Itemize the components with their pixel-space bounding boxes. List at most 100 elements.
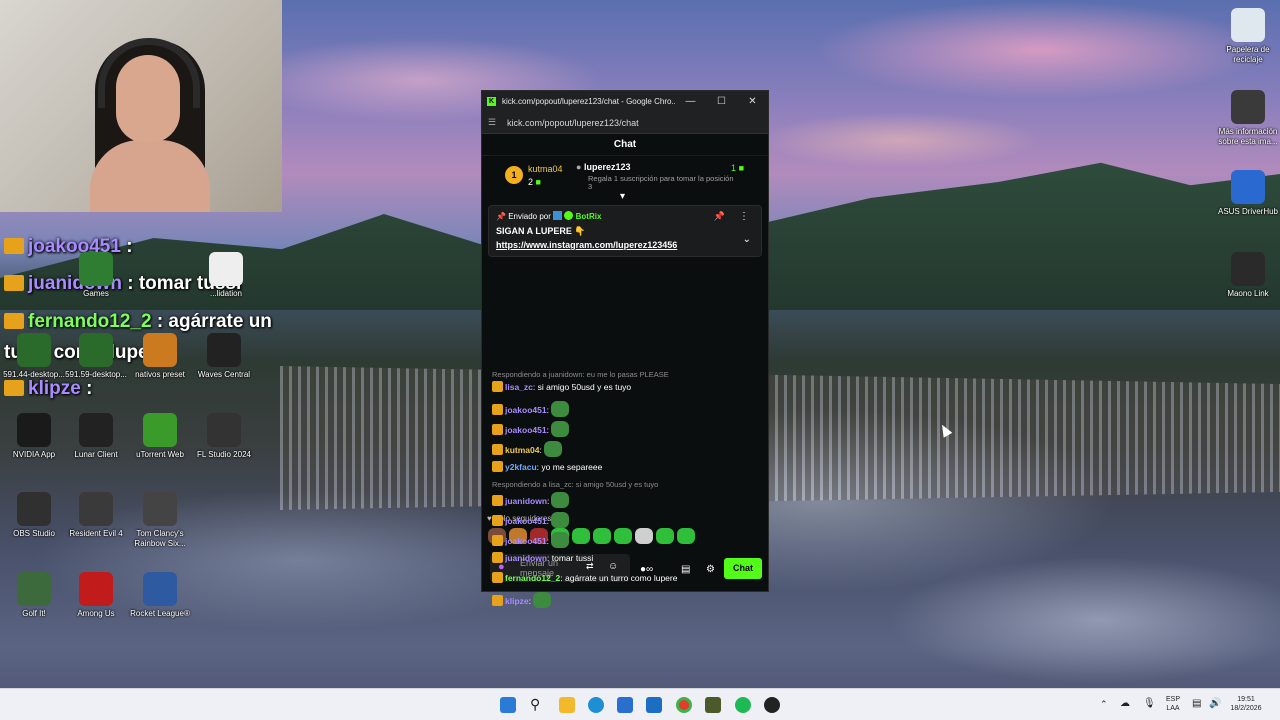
chat-message[interactable]: y2kfacu: yo me separeee xyxy=(492,461,602,472)
chat-popout-window[interactable]: K kick.com/popout/luperez123/chat - Goog… xyxy=(481,90,769,608)
file-explorer-icon[interactable] xyxy=(559,697,575,713)
microphone-tray-icon[interactable]: 🎙 xyxy=(1143,698,1156,709)
reply-context[interactable]: Respondiendo a lisa_zc: si amigo 50usd y… xyxy=(492,479,658,489)
desktop-icon[interactable]: Games xyxy=(62,252,130,299)
emoji-icon[interactable]: ☺ xyxy=(608,561,618,572)
overlay-separator: : xyxy=(80,378,93,399)
chat-username[interactable]: juanidown xyxy=(505,553,547,563)
send-chat-button[interactable]: Chat xyxy=(724,558,762,579)
reply-context[interactable]: Respondiendo a juanidown: eu me lo pasas… xyxy=(492,369,669,379)
chat-username[interactable]: joakoo451 xyxy=(505,425,547,435)
emote-icon[interactable] xyxy=(550,421,569,437)
spotify-icon[interactable] xyxy=(735,697,751,713)
chat-message[interactable]: juanidown: tomar tussi xyxy=(492,552,593,563)
obs-taskbar-icon[interactable] xyxy=(764,697,780,713)
desktop-icon[interactable]: Waves Central xyxy=(190,333,258,380)
emote-icon[interactable] xyxy=(593,528,611,544)
emote-icon[interactable] xyxy=(533,592,551,608)
desktop-icon[interactable]: Golf It! xyxy=(0,572,68,619)
chat-message[interactable]: klipze: xyxy=(492,592,551,608)
desktop-icon[interactable]: ...lidation xyxy=(192,252,260,299)
chat-message[interactable]: juanidown: xyxy=(492,492,570,508)
desktop-icon[interactable]: Lunar Client xyxy=(62,413,130,460)
emote-icon[interactable] xyxy=(550,401,569,417)
gift-sub-icon[interactable]: ▤ xyxy=(681,564,690,575)
chat-username[interactable]: joakoo451 xyxy=(505,516,547,526)
chat-username[interactable]: lisa_zc xyxy=(505,382,533,392)
outlook-icon[interactable] xyxy=(646,697,662,713)
emote-icon[interactable] xyxy=(656,528,674,544)
emote-icon[interactable] xyxy=(635,528,653,544)
desktop-icon[interactable]: Among Us xyxy=(62,572,130,619)
network-icon[interactable]: ☁ xyxy=(1120,698,1130,709)
desktop-icon[interactable]: Resident Evil 4 xyxy=(62,492,130,539)
desktop-icon[interactable]: Rocket League® xyxy=(126,572,194,619)
pinned-link[interactable]: https://www.instagram.com/luperez123456 xyxy=(496,240,754,250)
edge-icon[interactable] xyxy=(588,697,604,713)
chat-message[interactable]: joakoo451: xyxy=(492,532,569,548)
emote-icon[interactable] xyxy=(614,528,632,544)
desktop-icon[interactable]: 591.44-desktop... xyxy=(0,333,68,380)
desktop-icon[interactable]: Maono Link xyxy=(1214,252,1280,299)
subscriber-badge-icon xyxy=(492,515,503,526)
desktop-icon[interactable]: 591.59-desktop... xyxy=(62,333,130,380)
maximize-icon[interactable]: ☐ xyxy=(706,96,737,107)
emote-icon[interactable] xyxy=(677,528,695,544)
settings-icon[interactable]: ⚙ xyxy=(706,564,715,575)
desktop-icon[interactable]: ASUS DriverHub xyxy=(1214,170,1280,217)
start-menu-icon[interactable] xyxy=(500,697,516,713)
desktop-icon[interactable]: uTorrent Web xyxy=(126,413,194,460)
minimize-icon[interactable]: — xyxy=(675,96,706,107)
desktop-icon-label: 591.59-desktop... xyxy=(65,370,127,379)
chat-username[interactable]: fernando12_2 xyxy=(505,573,560,583)
desktop-icon[interactable]: Tom Clancy's Rainbow Six... xyxy=(126,492,194,549)
chat-username[interactable]: klipze xyxy=(505,596,529,606)
store-icon[interactable] xyxy=(617,697,633,713)
desktop-icon[interactable]: nativos preset xyxy=(126,333,194,380)
volume-icon[interactable]: 🔊 xyxy=(1209,698,1221,709)
show-hidden-icons-icon[interactable]: ⌃ xyxy=(1100,699,1108,710)
desktop-icon-label: Tom Clancy's Rainbow Six... xyxy=(134,529,186,548)
emote-icon[interactable] xyxy=(572,528,590,544)
display-icon[interactable]: ▤ xyxy=(1192,698,1201,709)
desktop-icon[interactable]: Papelera de reciclaje xyxy=(1214,8,1280,65)
desktop-icon[interactable]: OBS Studio xyxy=(0,492,68,539)
chat-message[interactable]: joakoo451: xyxy=(492,401,569,417)
chrome-icon[interactable] xyxy=(676,697,692,713)
desktop-icon[interactable]: NVIDIA App xyxy=(0,413,68,460)
chat-username[interactable]: juanidown xyxy=(505,496,547,506)
chat-message-text: : xyxy=(547,496,550,506)
unpin-icon[interactable]: 📌 xyxy=(714,211,725,222)
featured-user[interactable]: ● luperez123 xyxy=(576,162,630,172)
chat-username[interactable]: joakoo451 xyxy=(505,405,547,415)
emote-icon[interactable] xyxy=(551,492,570,508)
chat-username[interactable]: y2kfacu xyxy=(505,462,537,472)
chat-message[interactable]: lisa_zc: si amigo 50usd y es tuyo xyxy=(492,381,631,392)
chat-message[interactable]: joakoo451: xyxy=(492,512,569,528)
address-bar[interactable]: ☰ kick.com/popout/luperez123/chat xyxy=(482,112,768,134)
desktop-icon[interactable]: FL Studio 2024 xyxy=(190,413,258,460)
close-icon[interactable]: ✕ xyxy=(737,96,768,107)
desktop-icon[interactable]: Más información sobre esta ima... xyxy=(1214,90,1280,147)
window-titlebar[interactable]: K kick.com/popout/luperez123/chat - Goog… xyxy=(482,91,768,112)
clock[interactable]: 19:51 18/2/2026 xyxy=(1226,695,1266,713)
minecraft-icon[interactable] xyxy=(705,697,721,713)
rank-1-user[interactable]: kutma04 xyxy=(528,164,563,174)
pinned-message[interactable]: 📌 Enviado por BotRix SIGAN A LUPERE 👇 ht… xyxy=(488,205,762,257)
expand-pinned-icon[interactable]: ⌄ xyxy=(743,234,751,245)
overlay-username: klipze xyxy=(28,378,81,399)
site-settings-icon[interactable]: ☰ xyxy=(488,117,498,128)
chat-username[interactable]: joakoo451 xyxy=(505,536,547,546)
emote-icon[interactable] xyxy=(543,441,562,457)
emote-icon[interactable] xyxy=(550,532,569,548)
emote-icon[interactable] xyxy=(550,512,569,528)
collapse-icon[interactable]: ▾ xyxy=(620,191,625,202)
language-indicator[interactable]: ESP LAA xyxy=(1162,695,1184,713)
chat-username[interactable]: kutma04 xyxy=(505,445,540,455)
chat-message[interactable]: joakoo451: xyxy=(492,421,569,437)
search-icon[interactable]: ⚲ xyxy=(530,697,546,713)
chat-message[interactable]: fernando12_2: agárrate un turro como lup… xyxy=(492,572,677,583)
chat-message[interactable]: kutma04: xyxy=(492,441,562,457)
rank-1-badge: 1 xyxy=(505,166,523,184)
more-options-icon[interactable]: ⋮ xyxy=(739,211,749,222)
